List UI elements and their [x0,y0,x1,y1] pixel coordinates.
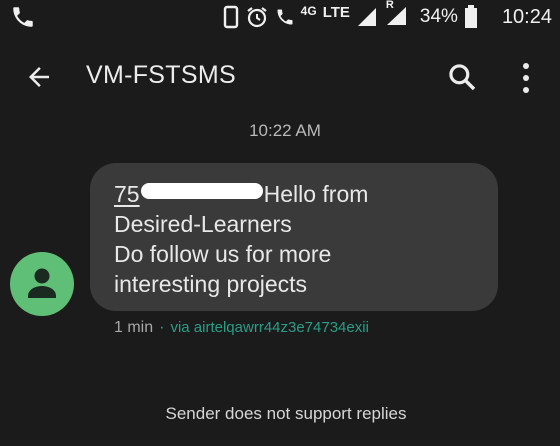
lte-label: LTE [322,3,350,21]
message-line-1-text: Hello from [263,181,369,207]
alarm-icon [247,7,267,28]
message-line-2: Desired-Learners [114,211,292,237]
app-bar: VM-FSTSMS [0,48,560,108]
battery-percentage: 34% [419,6,458,27]
message-meta: 1 min · via airtelqawrr44z3e74734exii [114,319,369,337]
more-vert-icon[interactable] [516,61,536,95]
search-icon[interactable] [446,61,478,93]
network-type-label: 4G [300,4,317,18]
back-arrow-icon[interactable] [24,62,54,92]
redaction-mark [140,183,263,199]
status-icons: 4G LTE R 34% 10:24 [223,0,552,32]
message-line-4: interesting projects [114,271,308,297]
message-line-1: 75 Hello from [114,179,494,209]
messages-screen: 4G LTE R 34% 10:24 VM-FSTSMS 10:22 AM 75… [0,0,560,446]
via-link[interactable]: via airtelqawrr44z3e74734exii [170,319,368,336]
message-timestamp: 10:22 AM [249,121,321,140]
battery-icon [464,5,477,28]
conversation-title: VM-FSTSMS [86,61,236,89]
phone-number-link[interactable]: 75 [114,181,140,207]
message-text: 75 Hello from Desired-Learners Do follow … [114,179,494,299]
message-bubble[interactable]: 75 Hello from Desired-Learners Do follow … [90,163,498,311]
phone-outline-icon [223,5,238,29]
avatar[interactable] [10,252,74,316]
signal-icon [357,8,376,26]
message-age: 1 min [114,319,154,336]
person-icon [28,268,56,298]
roaming-label: R [385,0,394,11]
meta-separator: · [159,319,165,336]
reply-unsupported-notice: Sender does not support replies [165,404,407,423]
roaming-signal-icon: R [384,0,408,29]
wifi-calling-icon [277,9,293,25]
call-icon [13,7,33,27]
message-line-3: Do follow us for more [114,241,332,267]
status-time: 10:24 [501,5,552,28]
status-bar: 4G LTE R 34% 10:24 [0,0,560,34]
